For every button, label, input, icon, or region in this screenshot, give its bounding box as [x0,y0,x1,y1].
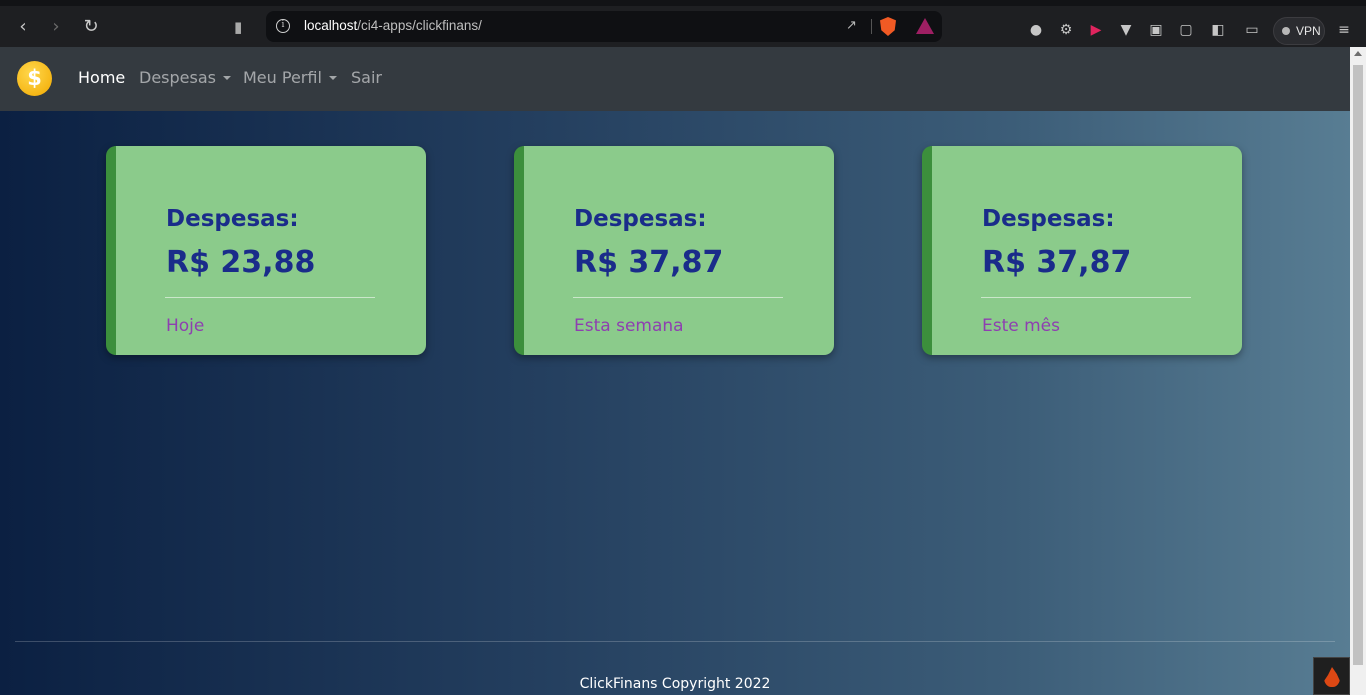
card-title: Despesas: [166,206,299,232]
vpn-button[interactable]: VPN [1273,17,1325,45]
flame-icon [1324,667,1340,687]
settings-icon[interactable]: ⚙ [1057,21,1075,39]
back-icon[interactable]: ‹ [12,16,34,38]
camera-icon[interactable]: ▣ [1147,21,1165,39]
expense-card-today: Despesas: R$ 23,88 Hoje [106,146,426,355]
card-divider [165,297,375,298]
vee-icon[interactable]: ▼ [1117,21,1135,39]
menu-icon[interactable]: ≡ [1335,21,1353,39]
debug-toolbar-button[interactable] [1313,657,1350,695]
brand-logo[interactable]: $ [17,61,52,96]
puzzle-icon[interactable]: ▢ [1177,21,1195,39]
nav-despesas-dropdown[interactable]: Despesas [139,68,231,87]
scroll-thumb[interactable] [1353,65,1363,665]
card-value: R$ 37,87 [982,245,1132,280]
nav-home-link[interactable]: Home [78,68,125,87]
chevron-down-icon [328,76,337,80]
footer-divider [15,641,1335,642]
main-content: Despesas: R$ 23,88 Hoje Despesas: R$ 37,… [0,111,1350,695]
card-period: Este mês [982,316,1061,336]
page-scrollbar[interactable] [1350,47,1366,695]
url-text[interactable]: localhost/ci4-apps/clickfinans/ [304,18,482,33]
nav-despesas-label: Despesas [139,68,216,87]
footer-copyright: ClickFinans Copyright 2022 [579,676,771,692]
chevron-down-icon [222,76,231,80]
app-navbar: $ Home Despesas Meu Perfil Sair [0,47,1350,111]
nav-sair-link[interactable]: Sair [351,68,382,87]
reload-icon[interactable]: ↻ [80,16,102,38]
card-title: Despesas: [574,206,707,232]
nav-meu-perfil-dropdown[interactable]: Meu Perfil [243,68,337,87]
card-divider [981,297,1191,298]
wallet-icon[interactable]: ▭ [1243,21,1261,39]
browser-toolbar: ‹ › ↻ ▮ i localhost/ci4-apps/clickfinans… [0,0,1366,47]
brave-shield-icon[interactable] [880,17,896,36]
card-title: Despesas: [982,206,1115,232]
expense-card-month: Despesas: R$ 37,87 Este mês [922,146,1242,355]
sidebar-icon[interactable]: ◧ [1209,21,1227,39]
site-info-icon[interactable]: i [276,19,290,33]
vpn-status-icon [1282,27,1290,35]
url-separator [871,19,872,34]
bookmark-icon[interactable]: ▮ [234,16,250,38]
card-divider [573,297,783,298]
extension-icon[interactable]: ● [1027,21,1045,39]
card-value: R$ 37,87 [574,245,724,280]
card-period: Esta semana [574,316,684,336]
brave-rewards-icon[interactable] [916,18,934,34]
nav-meu-perfil-label: Meu Perfil [243,68,322,87]
expense-card-week: Despesas: R$ 37,87 Esta semana [514,146,834,355]
vpn-label: VPN [1296,24,1321,38]
media-icon[interactable]: ▶ [1087,21,1105,39]
forward-icon[interactable]: › [45,16,67,38]
scroll-up-icon[interactable] [1354,51,1362,56]
address-bar[interactable]: i localhost/ci4-apps/clickfinans/ ↗ [266,11,942,42]
card-value: R$ 23,88 [166,245,316,280]
card-period: Hoje [166,316,205,336]
share-icon[interactable]: ↗ [846,18,862,34]
